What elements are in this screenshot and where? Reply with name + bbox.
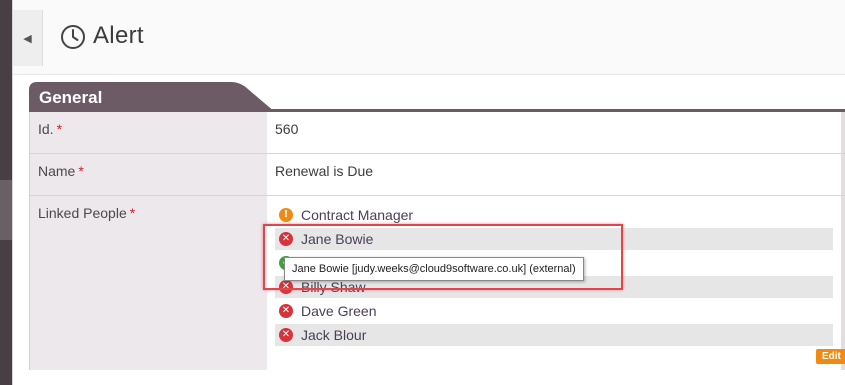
- person-tooltip: Jane Bowie [judy.weeks@cloud9software.co…: [284, 257, 584, 281]
- id-label-text: Id.: [38, 121, 54, 137]
- row-divider: [30, 195, 845, 196]
- linked-person-name: Contract Manager: [301, 207, 414, 223]
- x-icon: ✕: [279, 328, 293, 342]
- linked-person-item[interactable]: ✕ Jack Blour: [275, 324, 833, 346]
- required-mark: *: [78, 163, 84, 179]
- linked-people-label-text: Linked People: [38, 205, 127, 221]
- required-mark: *: [129, 205, 136, 221]
- linked-person-item[interactable]: ! Contract Manager: [275, 204, 833, 226]
- section-title: General: [39, 88, 103, 107]
- linked-person-name: Jane Bowie: [301, 231, 374, 247]
- name-value: Renewal is Due: [275, 163, 374, 179]
- page-header: ◀ Alert: [13, 0, 845, 75]
- name-label-text: Name: [38, 163, 76, 179]
- triangle-left-icon: ◀: [23, 32, 32, 45]
- required-mark: *: [56, 121, 63, 137]
- form-right-bar: [841, 112, 845, 370]
- exclamation-icon: !: [279, 208, 293, 222]
- x-icon: ✕: [279, 280, 293, 294]
- alert-panel: ◀ Alert General Id. * 560 Name * Renewal i…: [12, 0, 845, 385]
- label-column: [30, 112, 267, 370]
- edit-button[interactable]: Edit: [816, 349, 845, 364]
- row-divider: [30, 153, 845, 154]
- section-tab-general: General: [29, 82, 279, 112]
- x-icon: ✕: [279, 304, 293, 318]
- linked-person-name: Billy Shaw: [301, 279, 366, 295]
- collapse-sidebar-button[interactable]: ◀: [13, 10, 43, 66]
- x-icon: ✕: [279, 232, 293, 246]
- clock-icon: [61, 25, 85, 49]
- linked-person-item[interactable]: ✕ Dave Green: [275, 300, 833, 322]
- name-label: Name *: [38, 163, 84, 179]
- linked-people-label: Linked People *: [38, 205, 135, 221]
- id-label: Id. *: [38, 121, 62, 137]
- id-value: 560: [275, 121, 299, 137]
- linked-person-name: Jack Blour: [301, 327, 367, 343]
- background-left-accent: [0, 180, 12, 240]
- linked-person-item[interactable]: ✕ Jane Bowie: [275, 228, 833, 250]
- linked-person-name: Dave Green: [301, 303, 377, 319]
- general-form: Id. * 560 Name * Renewal is Due Linked Peo…: [29, 112, 845, 370]
- page-title: Alert: [93, 22, 144, 49]
